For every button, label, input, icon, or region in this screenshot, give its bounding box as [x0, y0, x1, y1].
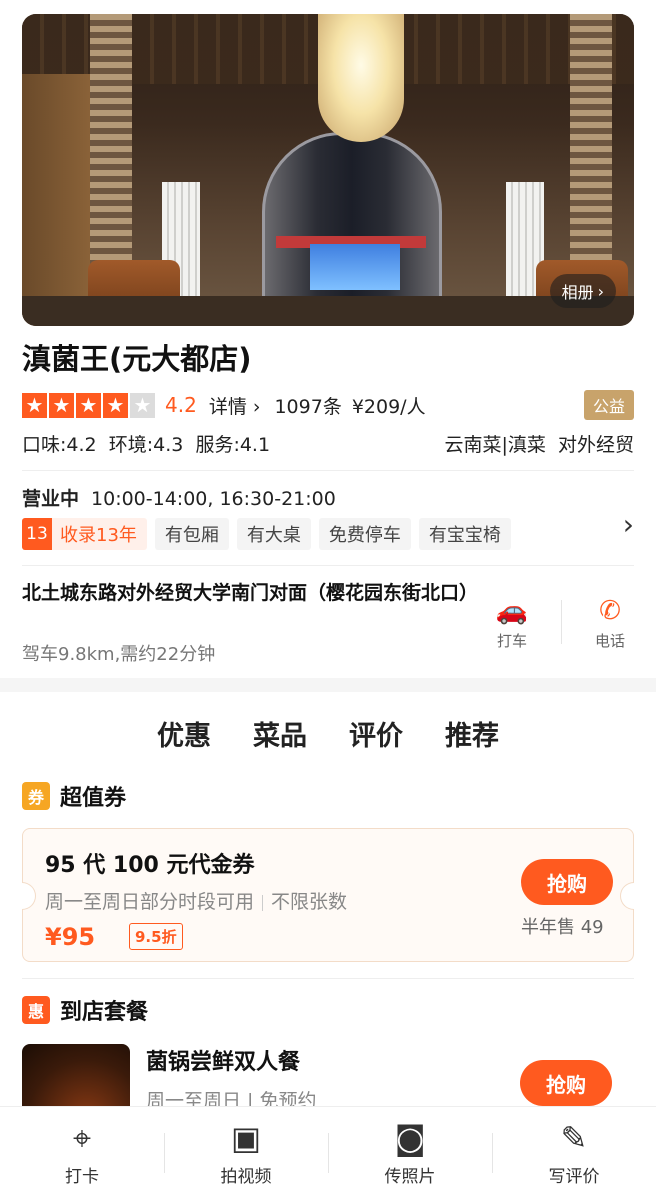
content-tabs: 优惠 菜品 评价 推荐 [0, 714, 656, 761]
hours-status: 营业中 [22, 488, 80, 510]
details-label: 详情 [208, 395, 247, 418]
review-button[interactable]: ✎ 写评价 [492, 1107, 656, 1200]
car-icon: 🚗 [495, 596, 529, 626]
hero-floor [22, 296, 634, 326]
chevron-right-icon: › [597, 281, 604, 301]
chevron-right-icon[interactable]: › [623, 508, 634, 541]
star-rating: ★ ★ ★ ★ ★ [22, 392, 155, 418]
service-score: 服务:4.1 [195, 434, 271, 456]
charity-badge[interactable]: 公益 [583, 390, 634, 420]
camera-icon: ◙ [394, 1119, 426, 1157]
tab-reviews[interactable]: 评价 [349, 714, 403, 761]
tag-years: 13 收录13年 [22, 518, 147, 550]
video-button[interactable]: ▣ 拍视频 [164, 1107, 328, 1200]
store-address[interactable]: 北土城东路对外经贸大学南门对面（樱花园东街北口） [22, 578, 478, 608]
call-label: 电话 [594, 632, 625, 650]
notch [22, 882, 36, 910]
voucher-limit: 不限张数 [271, 891, 348, 913]
hours-text: 10:00-14:00, 16:30-21:00 [91, 488, 336, 510]
details-link[interactable]: 详情 › [209, 392, 261, 419]
section-gap [0, 678, 656, 692]
call-button[interactable]: ✆ 电话 [580, 596, 640, 651]
hero-image[interactable]: 相册 › [22, 14, 634, 326]
taxi-label: 打车 [496, 632, 527, 650]
star-icon: ★ [49, 392, 74, 418]
notch [620, 882, 634, 910]
divider [22, 978, 634, 979]
package-section-header: 惠 到店套餐 [22, 994, 148, 1026]
package-grab-button[interactable]: 抢购 [520, 1060, 612, 1106]
tag-big-table: 有大桌 [236, 518, 311, 550]
voucher-name: 95 代 100 元代金券 [45, 853, 255, 878]
voucher-price: ¥95 [45, 923, 96, 951]
tab-deals[interactable]: 优惠 [157, 714, 211, 761]
rating-row: ★ ★ ★ ★ ★ 4.2 详情 › 1097条 ¥209/人 公益 [22, 390, 634, 420]
album-label: 相册 [561, 283, 594, 302]
phone-icon: ✆ [599, 596, 621, 626]
price-per-person: ¥209/人 [351, 395, 426, 418]
video-camera-icon: ▣ [230, 1119, 262, 1157]
album-button[interactable]: 相册 › [549, 274, 616, 308]
package-section-title: 到店套餐 [60, 1000, 149, 1025]
years-label: 收录13年 [60, 525, 137, 546]
feature-tags[interactable]: 13 收录13年 有包厢 有大桌 免费停车 有宝宝椅 [22, 518, 511, 550]
photo-button[interactable]: ◙ 传照片 [328, 1107, 492, 1200]
area-name: 对外经贸 [557, 434, 634, 456]
sub-scores-row: 口味:4.2 环境:4.3 服务:4.1 云南菜|滇菜 对外经贸 [22, 430, 634, 457]
photo-label: 传照片 [384, 1167, 436, 1187]
review-count[interactable]: 1097条 [274, 392, 341, 419]
rating-score: 4.2 [165, 393, 197, 417]
voucher-grab-button[interactable]: 抢购 [521, 859, 613, 905]
star-icon: ★ [76, 392, 101, 418]
divider [22, 470, 634, 471]
tag-baby-chair: 有宝宝椅 [418, 518, 511, 550]
hero-screen [310, 244, 400, 290]
divider [22, 565, 634, 566]
voucher-usage-text: 周一至周日部分时段可用 [45, 891, 255, 913]
star-icon: ★ [22, 392, 47, 418]
voucher-discount: 9.5折 [129, 923, 183, 950]
business-hours[interactable]: 营业中 10:00-14:00, 16:30-21:00 [22, 484, 336, 511]
package-name[interactable]: 菌锅尝鲜双人餐 [146, 1044, 300, 1076]
hero-wall [22, 74, 90, 326]
taste-score: 口味:4.2 [22, 434, 97, 456]
voucher-section-header: 券 超值券 [22, 780, 126, 812]
voucher-sold-count: 半年售 49 [521, 917, 604, 938]
edit-review-icon: ✎ [560, 1119, 588, 1157]
years-badge: 13 [22, 518, 52, 550]
tag-free-parking: 免费停车 [318, 518, 411, 550]
voucher-section-title: 超值券 [60, 786, 127, 811]
package-badge: 惠 [22, 996, 50, 1024]
tag-private-room: 有包厢 [154, 518, 229, 550]
star-empty-icon: ★ [130, 392, 155, 418]
checkin-label: 打卡 [65, 1167, 99, 1187]
divider [561, 600, 562, 644]
environment-score: 环境:4.3 [108, 434, 184, 456]
store-name: 滇菌王(元大都店) [22, 342, 252, 376]
hero-chandelier [318, 14, 404, 142]
voucher-usage: 周一至周日部分时段可用 不限张数 [45, 887, 347, 914]
review-label: 写评价 [548, 1167, 600, 1187]
taxi-button[interactable]: 🚗 打车 [482, 596, 542, 651]
star-icon: ★ [103, 392, 128, 418]
tab-recommend[interactable]: 推荐 [445, 714, 499, 761]
driving-distance: 驾车9.8km,需约22分钟 [22, 644, 216, 665]
voucher-card[interactable]: 95 代 100 元代金券 周一至周日部分时段可用 不限张数 ¥95 9.5折 抢… [22, 828, 634, 962]
voucher-badge: 券 [22, 782, 50, 810]
checkin-button[interactable]: ⌖ 打卡 [0, 1107, 164, 1200]
bottom-action-bar: ⌖ 打卡 ▣ 拍视频 ◙ 传照片 ✎ 写评价 [0, 1106, 656, 1200]
location-pin-icon: ⌖ [72, 1119, 92, 1157]
cuisine-type: 云南菜|滇菜 [444, 434, 546, 456]
video-label: 拍视频 [220, 1167, 272, 1187]
tab-dishes[interactable]: 菜品 [253, 714, 307, 761]
